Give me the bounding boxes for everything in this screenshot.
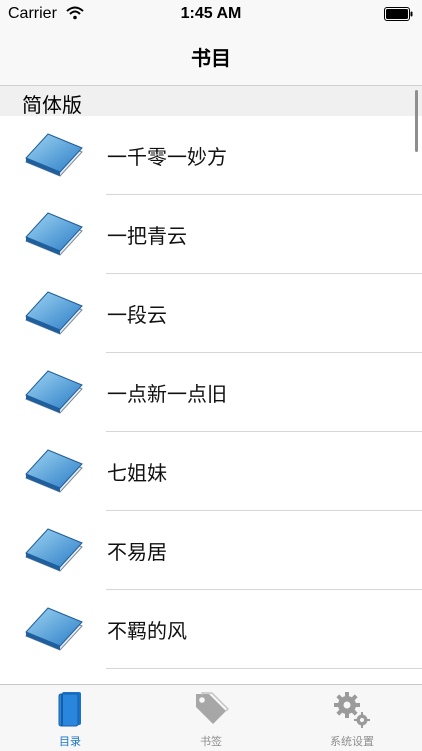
book-title: 七姐妹 <box>107 461 167 485</box>
section-header: 简体版 <box>0 86 422 117</box>
tab-catalog[interactable]: 目录 <box>0 685 140 751</box>
clock: 1:45 AM <box>180 5 242 22</box>
book-icon <box>22 290 84 338</box>
page-title: 书目 <box>191 46 231 70</box>
book-title: 不易居 <box>107 540 167 564</box>
battery-icon <box>384 7 414 25</box>
book-title: 一把青云 <box>107 224 187 248</box>
book-title: 一千零一妙方 <box>107 145 227 169</box>
book-icon <box>22 606 84 654</box>
gear-icon <box>333 691 371 733</box>
book-title: 不羁的风 <box>107 619 187 643</box>
book-icon <box>22 448 84 496</box>
tab-catalog-label: 目录 <box>59 735 81 748</box>
book-icon <box>22 211 84 259</box>
book-tab-icon <box>57 691 83 731</box>
tab-bookmarks[interactable]: 书签 <box>141 685 281 751</box>
list-item[interactable]: 一段云 <box>0 274 422 353</box>
tab-settings-label: 系统设置 <box>330 735 374 748</box>
book-icon <box>22 132 84 180</box>
list-item[interactable]: 七姐妹 <box>0 432 422 511</box>
tab-bar: 目录 书签 系统设置 <box>0 684 422 751</box>
list-item[interactable]: 不羁的风 <box>0 590 422 669</box>
row-divider <box>106 668 422 669</box>
status-bar: Carrier 1:45 AM <box>0 0 422 30</box>
list-item[interactable]: 一点新一点旧 <box>0 353 422 432</box>
navigation-bar: 书目 <box>0 30 422 86</box>
book-icon <box>22 369 84 417</box>
scrollbar[interactable] <box>415 90 418 152</box>
section-title: 简体版 <box>22 93 82 117</box>
list-item[interactable]: 不易居 <box>0 511 422 590</box>
book-title: 一点新一点旧 <box>107 382 227 406</box>
tag-icon <box>193 691 230 731</box>
list-item[interactable]: 一把青云 <box>0 195 422 274</box>
tab-bookmarks-label: 书签 <box>200 735 222 748</box>
tab-settings[interactable]: 系统设置 <box>282 685 422 751</box>
book-icon <box>22 527 84 575</box>
book-list[interactable]: 一千零一妙方 一把青云 一段云 一点新一点旧 七姐妹 不易居 不羁的风 <box>0 116 422 684</box>
book-title: 一段云 <box>107 303 167 327</box>
list-item[interactable]: 一千零一妙方 <box>0 116 422 195</box>
